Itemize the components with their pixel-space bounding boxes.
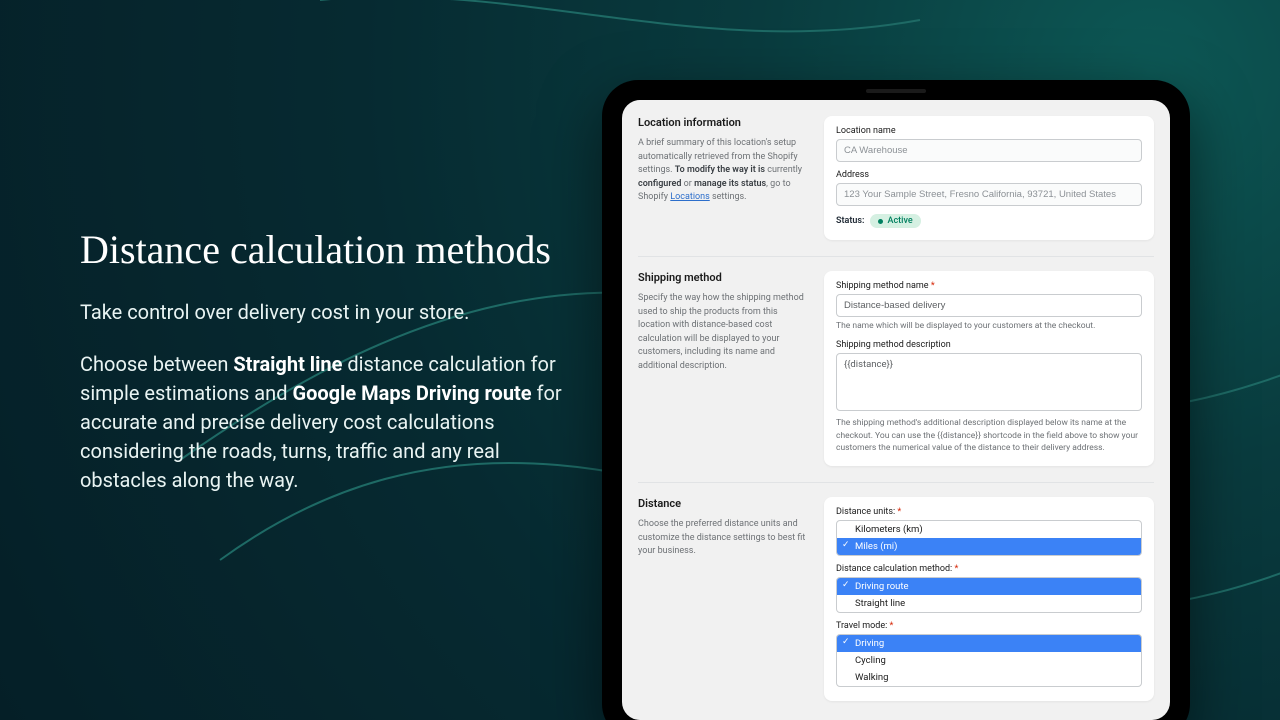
help-method-desc: The shipping method's additional descrip…	[836, 417, 1142, 454]
select-calc-method[interactable]: Driving routeStraight line	[836, 577, 1142, 613]
option[interactable]: Kilometers (km)	[837, 521, 1141, 538]
section-heading-distance: Distance	[638, 497, 806, 510]
label-method-desc: Shipping method description	[836, 340, 1142, 350]
status-badge: Active	[870, 214, 920, 228]
option[interactable]: Miles (mi)	[837, 538, 1141, 555]
section-location: Location information A brief summary of …	[638, 116, 1154, 256]
select-travel-mode[interactable]: DrivingCyclingWalking	[836, 634, 1142, 687]
hero-title: Distance calculation methods	[80, 228, 580, 272]
input-method-name[interactable]	[836, 294, 1142, 317]
label-method-name: Shipping method name *	[836, 281, 1142, 291]
option[interactable]: Cycling	[837, 652, 1141, 669]
section-heading-shipping: Shipping method	[638, 271, 806, 284]
label-distance-units: Distance units: *	[836, 507, 1142, 517]
option[interactable]: Driving	[837, 635, 1141, 652]
input-location-name	[836, 139, 1142, 162]
label-address: Address	[836, 170, 1142, 180]
section-desc-location: A brief summary of this location's setup…	[638, 137, 806, 205]
hero-body: Choose between Straight line distance ca…	[80, 350, 580, 495]
textarea-method-desc[interactable]	[836, 353, 1142, 411]
input-address	[836, 183, 1142, 206]
help-method-name: The name which will be displayed to your…	[836, 320, 1142, 332]
section-distance: Distance Choose the preferred distance u…	[638, 482, 1154, 717]
option[interactable]: Driving route	[837, 578, 1141, 595]
label-status: Status:	[836, 216, 864, 226]
label-location-name: Location name	[836, 126, 1142, 136]
hero-subtitle: Take control over delivery cost in your …	[80, 300, 580, 324]
section-heading-location: Location information	[638, 116, 806, 129]
card-shipping: Shipping method name * The name which wi…	[824, 271, 1154, 466]
option[interactable]: Walking	[837, 669, 1141, 686]
select-distance-units[interactable]: Kilometers (km)Miles (mi)	[836, 520, 1142, 556]
hero-copy: Distance calculation methods Take contro…	[80, 228, 580, 495]
option[interactable]: Straight line	[837, 595, 1141, 612]
card-location: Location name Address Status: Active	[824, 116, 1154, 240]
locations-link[interactable]: Locations	[670, 192, 709, 202]
card-distance: Distance units: * Kilometers (km)Miles (…	[824, 497, 1154, 701]
section-shipping: Shipping method Specify the way how the …	[638, 256, 1154, 482]
label-travel-mode: Travel mode: *	[836, 621, 1142, 631]
app-screen: Location information A brief summary of …	[622, 100, 1170, 720]
label-calc-method: Distance calculation method: *	[836, 564, 1142, 574]
section-desc-distance: Choose the preferred distance units and …	[638, 518, 806, 559]
tablet-frame: Location information A brief summary of …	[602, 80, 1190, 720]
section-desc-shipping: Specify the way how the shipping method …	[638, 292, 806, 373]
